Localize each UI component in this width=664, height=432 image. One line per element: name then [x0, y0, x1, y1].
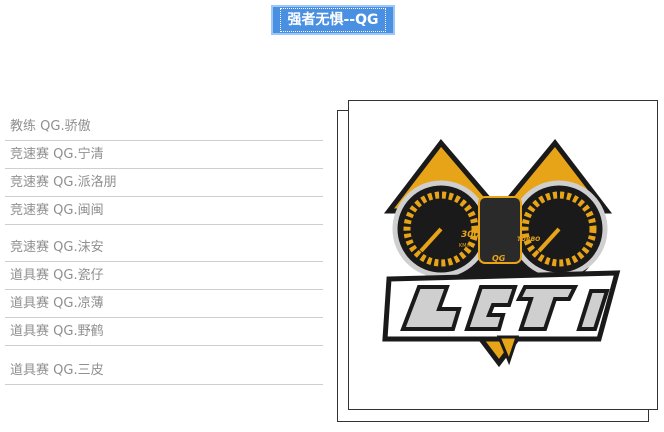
roster-item: 道具赛 QG.野鹤	[5, 318, 323, 346]
logo-gauge-left-text: 300	[461, 230, 480, 240]
logo-frame: 300 KM/H TURBO QG	[348, 100, 658, 410]
roster-item: 竞速赛 QG.派洛朋	[5, 169, 323, 197]
logo-gauge-left-sub: KM/H	[459, 243, 472, 249]
team-logo: 300 KM/H TURBO QG	[382, 138, 621, 368]
logo-gauge-right-text: TURBO	[517, 236, 540, 243]
roster-item: 竞速赛 QG.沫安	[5, 234, 323, 262]
roster-item: 竞速赛 QG.宁清	[5, 141, 323, 169]
roster-item-coach: 教练 QG.骄傲	[5, 113, 323, 141]
team-title-badge: 强者无惧--QG	[271, 5, 395, 35]
logo-gauge-center-text: QG	[492, 254, 506, 263]
roster-item: 竞速赛 QG.闽闽	[5, 197, 323, 225]
roster-list: 教练 QG.骄傲 竞速赛 QG.宁清 竞速赛 QG.派洛朋 竞速赛 QG.闽闽 …	[5, 113, 323, 385]
team-title: 强者无惧--QG	[280, 8, 386, 32]
roster-item: 道具赛 QG.瓷仔	[5, 262, 323, 290]
roster-item: 道具赛 QG.凉薄	[5, 290, 323, 318]
roster-item: 道具赛 QG.三皮	[5, 357, 323, 385]
